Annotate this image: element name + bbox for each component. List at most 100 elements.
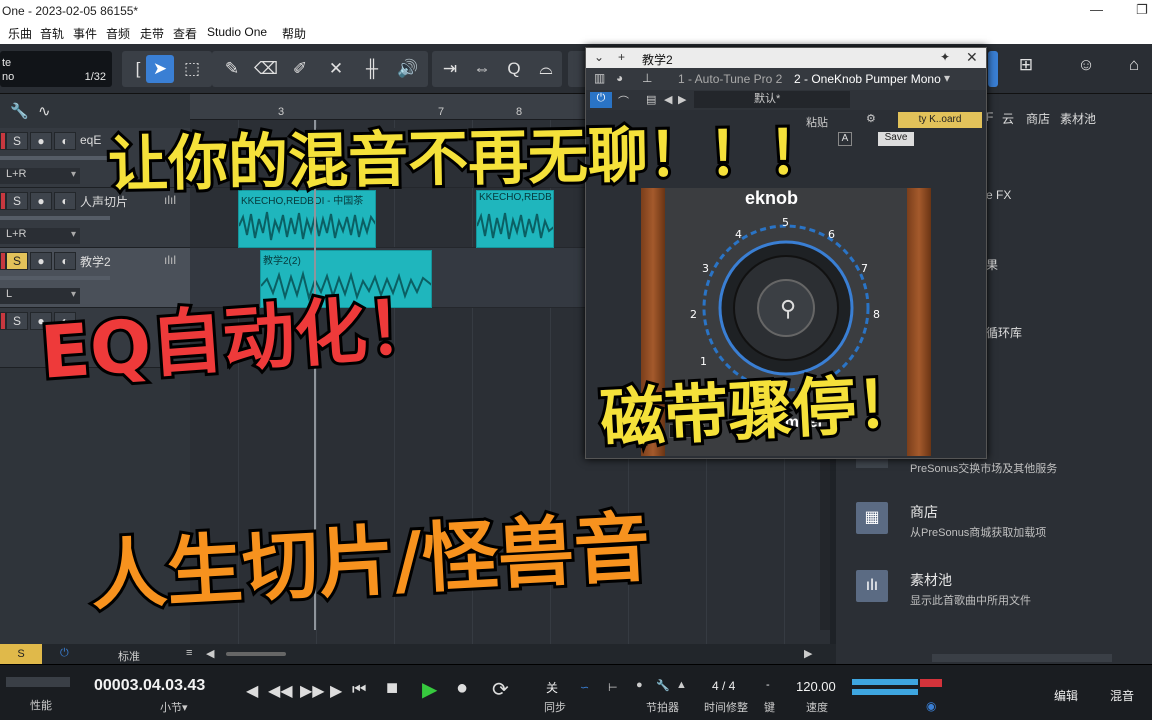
record-button[interactable]: ● [30, 132, 52, 150]
menu-studio-one[interactable]: Studio One [207, 25, 267, 39]
volume-slider[interactable] [0, 156, 110, 160]
arrow-tool-icon[interactable]: ➤ [146, 55, 174, 83]
browser-item-pool[interactable]: ılı 素材池 显示此首歌曲中所用文件 [856, 564, 1146, 614]
menu-event[interactable]: 事件 [73, 25, 97, 42]
preset-icon[interactable]: ▤ [646, 93, 656, 106]
play-icon[interactable]: ▶ [422, 677, 437, 702]
tab-effects[interactable]: F [986, 110, 993, 124]
goto-end-icon[interactable]: ▶ [330, 681, 342, 701]
volume-slider[interactable] [0, 216, 110, 220]
power-icon[interactable]: ⏻ [590, 92, 612, 108]
close-icon[interactable]: ✕ [966, 49, 978, 66]
sync-state[interactable]: 关 [546, 679, 558, 696]
monitor-button[interactable]: ◐ [54, 252, 76, 270]
listen-tool-icon[interactable]: 🔊 [394, 55, 422, 83]
menu-help[interactable]: 帮助 [282, 25, 306, 42]
save-button[interactable]: Save [878, 132, 914, 146]
next-preset-icon[interactable]: ▶ [678, 93, 686, 106]
pin-icon[interactable]: ✦ [940, 50, 950, 64]
toggle-icon[interactable]: ◉ [926, 699, 936, 713]
a-button[interactable]: A [838, 132, 852, 146]
track-name[interactable]: 教学2 [80, 253, 111, 270]
range-tool-icon[interactable]: ⬚ [178, 55, 206, 83]
menu-view[interactable]: 查看 [173, 25, 197, 42]
metronome-settings-icon[interactable]: 🔧 [656, 679, 670, 692]
quantize-display[interactable]: te no 1/32 [0, 51, 112, 87]
power-icon[interactable]: ⏻ [60, 647, 69, 660]
automation-icon[interactable]: ∿ [38, 102, 51, 120]
accent-button[interactable] [988, 51, 998, 87]
menu-transport[interactable]: 走带 [140, 25, 164, 42]
scroll-left-icon[interactable]: ◀ [206, 647, 214, 660]
tab-autotune[interactable]: 1 - Auto-Tune Pro 2 [678, 72, 782, 86]
prev-preset-icon[interactable]: ◀ [664, 93, 672, 106]
paint-tool-icon[interactable]: ✐ [286, 55, 314, 83]
rewind-icon[interactable]: ◀◀ [268, 681, 293, 701]
time-unit-select[interactable]: 小节▾ [160, 699, 188, 715]
menu-song[interactable]: 乐曲 [8, 25, 32, 42]
tab-cloud[interactable]: 云 [1002, 110, 1014, 127]
grid-icon[interactable]: ▥ [594, 71, 605, 85]
solo-button[interactable]: S [6, 252, 28, 270]
browser-item-partial[interactable]: e FX [986, 188, 1011, 202]
time-signature[interactable]: 4 / 4 [712, 679, 735, 693]
solo-button[interactable]: S [6, 312, 28, 330]
wrench-icon[interactable]: 🔧 [10, 102, 29, 120]
solo-button[interactable]: S [6, 132, 28, 150]
solo-all-button[interactable]: S [0, 644, 42, 664]
menu-track[interactable]: 音轨 [40, 25, 64, 42]
user-icon[interactable]: ☺ [1072, 51, 1100, 79]
minimize-icon[interactable]: — [1090, 2, 1103, 17]
tab-pool[interactable]: 素材池 [1060, 110, 1096, 127]
tab-oneknob[interactable]: 2 - OneKnob Pumper Mono [794, 72, 941, 86]
eraser-tool-icon[interactable]: ⌫ [252, 55, 280, 83]
tab-store[interactable]: 商店 [1026, 110, 1050, 127]
record-button[interactable]: ● [30, 252, 52, 270]
add-icon[interactable]: + [618, 50, 625, 64]
tempo-value[interactable]: 120.00 [796, 679, 836, 694]
snap-icon[interactable]: ⇥ [436, 55, 464, 83]
track-name[interactable]: eqE [80, 133, 101, 147]
browser-footer-button[interactable] [932, 654, 1112, 662]
mix-button[interactable]: 混音 [1110, 687, 1134, 704]
browser-item-partial[interactable]: 循环库 [986, 324, 1022, 341]
metronome-icon[interactable]: ▲ [676, 679, 687, 691]
record-button[interactable]: ● [30, 192, 52, 210]
comp-icon[interactable]: ⌓ [532, 55, 560, 83]
metronome-dot-icon[interactable]: ● [636, 679, 643, 691]
stop-icon[interactable]: ■ [386, 677, 398, 700]
punch-icon[interactable]: ⊢ [608, 681, 618, 694]
chevron-down-icon[interactable]: ▾ [944, 71, 950, 85]
track-routing[interactable]: L+R [0, 228, 80, 244]
track-height-select[interactable]: 标准 [118, 648, 140, 664]
edit-button[interactable]: 编辑 [1054, 687, 1078, 704]
record-icon[interactable]: ● [456, 677, 468, 700]
browser-item-partial[interactable]: 果 [986, 256, 998, 273]
audio-clip[interactable]: KKECHO,REDB [476, 190, 554, 248]
monitor-button[interactable]: ◐ [54, 132, 76, 150]
track-routing[interactable]: L+R [0, 168, 80, 184]
monitor-button[interactable]: ◐ [54, 192, 76, 210]
restore-icon[interactable]: ❐ [1136, 2, 1148, 18]
loop-icon[interactable]: ⟳ [492, 677, 509, 702]
mute-tool-icon[interactable]: ✕ [322, 55, 350, 83]
key-value[interactable]: - [766, 679, 770, 691]
fast-forward-icon[interactable]: ▶▶ [300, 681, 325, 701]
menu-audio[interactable]: 音频 [106, 25, 130, 42]
volume-slider[interactable] [0, 276, 110, 280]
stretch-icon[interactable]: ⇔ [468, 55, 496, 83]
chevron-down-icon[interactable]: ⌄ [594, 50, 604, 64]
gear-icon[interactable]: ⚙ [866, 112, 876, 125]
browser-item-store[interactable]: ▦ 商店 从PreSonus商城获取加载项 [856, 496, 1146, 546]
time-display[interactable]: 00003.04.03.43 [94, 677, 205, 695]
menu-icon[interactable]: ≡ [186, 647, 192, 659]
goto-start-icon[interactable]: ◀ [246, 681, 258, 701]
zoom-slider[interactable]: ▶ [804, 647, 812, 660]
loop-start-icon[interactable]: ⏮ [352, 681, 366, 699]
zoom-icon[interactable]: Q [500, 55, 528, 83]
autopunch-icon[interactable]: ∽ [580, 681, 589, 694]
add-panel-icon[interactable]: ⊞ [1012, 51, 1040, 79]
solo-button[interactable]: S [6, 192, 28, 210]
bend-tool-icon[interactable]: ╫ [358, 55, 386, 83]
keyboard-button[interactable]: ty K..oard [898, 112, 982, 128]
